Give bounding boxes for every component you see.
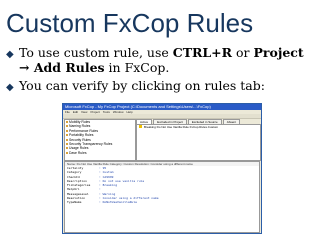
slide-title: Custom FxCop Rules: [6, 8, 254, 38]
menu-item[interactable]: File: [65, 110, 70, 114]
menu-item[interactable]: Edit: [73, 110, 78, 114]
menu-item[interactable]: Project: [90, 110, 99, 114]
upper-panels: Mobility Rules Naming Rules Performance Ru…: [63, 119, 261, 161]
grid-row[interactable]: Breaking Do Not Use Vanilla Rule FxCop.R…: [137, 125, 260, 130]
bold-text: CTRL+R: [172, 45, 233, 60]
messages-grid: Breaking Do Not Use Vanilla Rule FxCop.R…: [136, 124, 261, 161]
bullet-list: ◆ To use custom rule, use CTRL+R or Proje…: [6, 45, 314, 96]
rules-tree: Mobility Rules Naming Rules Performance Ru…: [64, 119, 136, 161]
menu-item[interactable]: Tools: [103, 110, 110, 114]
menu-item[interactable]: View: [81, 110, 87, 114]
detail-value: : Breaking: [99, 183, 118, 188]
text-run: in FxCop.: [104, 60, 170, 75]
menu-item[interactable]: Help: [127, 110, 133, 114]
text-run: To use custom rule, use: [19, 45, 173, 60]
menu-item[interactable]: Window: [113, 110, 124, 114]
details-lines: Certainty: 95 Category: Custom CheckId: CA…: [65, 166, 259, 205]
warning-icon: [139, 125, 142, 128]
bullet-item: ◆ To use custom rule, use CTRL+R or Proje…: [6, 45, 314, 75]
detail-value: : DoNotUseVanillaRule: [99, 200, 137, 205]
bullet-icon: ◆: [6, 82, 14, 93]
detail-line: TypeName : DoNotUseVanillaRule: [65, 200, 259, 204]
detail-key: TypeName: [67, 200, 82, 205]
grid-row-text: Breaking Do Not Use Vanilla Rule FxCop.R…: [144, 125, 219, 129]
bullet-item: ◆ You can verify by clicking on rules tab…: [6, 78, 314, 93]
text-run: You can verify by clicking on rules tab:: [19, 78, 265, 93]
bullet-icon: ◆: [6, 49, 14, 60]
text-run: or: [232, 45, 254, 60]
tree-item[interactable]: Dave Rules: [65, 151, 135, 155]
rule-details-pane: Name: Do Not Use Vanilla Rule Category: …: [64, 161, 260, 233]
fxcop-screenshot: Microsoft FxCop - My FxCop Project (C:\D…: [62, 103, 262, 234]
